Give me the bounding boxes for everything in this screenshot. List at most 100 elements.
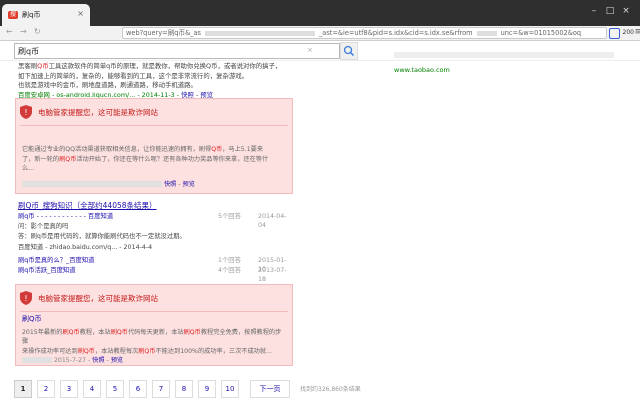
zhidao-blurred-title[interactable]: - - - - - - - - - - - - xyxy=(37,213,86,220)
search-query-text: 刷q币 xyxy=(18,47,40,56)
page-8[interactable]: 8 xyxy=(175,380,193,398)
zhidao-tag[interactable]: 百度知道 xyxy=(88,213,113,220)
fraud-warning-box-1: ! 电脑管家提醒您，这可能是欺诈网站 它能通过专业的QQ活动渠道获取相关信息，让… xyxy=(15,98,293,194)
snapshot-link[interactable]: 快照 xyxy=(164,181,176,188)
clear-search-icon[interactable]: × xyxy=(307,46,313,54)
page-4[interactable]: 4 xyxy=(83,380,101,398)
next-page-button[interactable]: 下一页 xyxy=(250,380,290,398)
warning-highlight: 刷Q币 xyxy=(62,328,80,336)
svg-text:!: ! xyxy=(24,294,27,303)
browser-tab[interactable]: 搜 刷q币 × xyxy=(2,4,90,26)
warning-highlight: 刷Q币 xyxy=(77,347,95,355)
back-icon[interactable]: ← xyxy=(6,27,13,36)
zhidao-source: 百度知道 - zhidao.baidu.com/q... - 2014-4-4 xyxy=(18,244,153,251)
result-highlight: Q币 xyxy=(37,62,49,70)
warning-text: 来操作成功率可达到 xyxy=(22,347,78,355)
warning-highlight: 刷Q币 xyxy=(110,328,128,336)
warning-text: ，本站教程每次 xyxy=(94,347,139,355)
warning-title: 电脑管家提醒您，这可能是欺诈网站 xyxy=(38,108,158,117)
close-window-button[interactable]: × xyxy=(620,6,632,16)
blurred-url xyxy=(22,357,52,363)
warning-text: 2015年最新的 xyxy=(22,328,63,336)
search-divider xyxy=(0,60,640,61)
page-7[interactable]: 7 xyxy=(152,380,170,398)
search-result-1: 黑客刷Q币工具这款软件的简单q币的原理，就是教你，帮助你兑换Q币，或者说对你的搞… xyxy=(18,62,296,100)
url-blurred xyxy=(204,30,315,36)
browser-tab-bar: 搜 刷q币 × – □ × xyxy=(0,0,640,26)
warning-content: 它能通过专业的QQ活动渠道获取相关信息，让你能迅速的拥有，刷得Q币，马上5.1要… xyxy=(22,145,284,189)
search-input[interactable]: 刷q币 × xyxy=(14,43,340,59)
warning-highlight: 刷Q币 xyxy=(138,347,156,355)
url-part-3: unc=&w=01015002&oq xyxy=(500,29,582,37)
result-title-link[interactable]: 刷Q币 xyxy=(22,315,42,323)
page-9[interactable]: 9 xyxy=(198,380,216,398)
result-date: 2015-7-27 - xyxy=(53,357,91,364)
nav-bar: ← → ↻ xyxy=(0,26,92,41)
tab-close-icon[interactable]: × xyxy=(77,9,84,18)
warning-highlight: 刷Q币 xyxy=(183,328,201,336)
url-part-2: _ast=&ie=utf8&pid=s.idx&cid=s.idx.se&rfr… xyxy=(318,29,473,37)
warning-text: 教程，本站 xyxy=(79,328,111,336)
zhidao-row-2: 刷q币是真的么？_百度知道 1个回答 2015-01-10 xyxy=(18,256,294,273)
zhidao-question-link[interactable]: 刷q币是真的么？ xyxy=(18,257,66,264)
result-text: 也就是游戏中的金币，刷地盘道路，刷通道路，移动手机道路。 xyxy=(18,81,197,89)
menu-icon[interactable]: ≡ xyxy=(634,27,640,37)
page-2[interactable]: 2 xyxy=(37,380,55,398)
zhidao-tag[interactable]: _百度知道 xyxy=(47,267,75,274)
address-bar[interactable]: web?query=刷q币&_as _ast=&ie=utf8&pid=s.idx… xyxy=(122,27,607,39)
omnibox-bar: web?query=刷q币&_as _ast=&ie=utf8&pid=s.idx… xyxy=(92,26,640,41)
warning-text: 了，新一轮的 xyxy=(22,155,60,163)
url-blurred-2 xyxy=(476,30,497,36)
extension-badge: 200 xyxy=(622,29,634,36)
maximize-button[interactable]: □ xyxy=(604,6,616,16)
tab-title: 刷q币 xyxy=(22,11,41,19)
result-text: 黑客刷 xyxy=(18,62,38,70)
answer-count: 5个回答 xyxy=(218,213,241,220)
warning-highlight: Q币 xyxy=(211,146,223,153)
search-button[interactable] xyxy=(340,42,358,60)
minimize-button[interactable]: – xyxy=(588,6,600,16)
page-1[interactable]: 1 xyxy=(14,380,32,398)
result-text: 如下加速上的简单的，复杂的，能够看到的工具，这个是非常流行的，复杂游戏。 xyxy=(18,71,249,80)
answer-count: 1个回答 xyxy=(218,257,241,264)
zhidao-result-title[interactable]: 刷Q币_搜狗知识（全部约44058条结果） xyxy=(18,200,157,211)
result-text: 工具这款软件的简单q币的原理，就是教你，帮助你兑换Q币，或者说对你的搞子， xyxy=(48,62,282,70)
sogou-favicon-icon: 搜 xyxy=(8,11,18,19)
zhidao-answer: 答：刷q币是用代码的，就算你能刷代码也不一定就没过期。 xyxy=(18,233,186,240)
result-count: 找到约326,860条结果 xyxy=(300,386,361,393)
shield-warning-icon: ! xyxy=(20,291,32,305)
zhidao-tag[interactable]: _百度知道 xyxy=(66,257,94,264)
warning-text: 活动开始了，你还在等什么呢？还有各种功力奖品等你来拿，还在等什 xyxy=(76,155,269,163)
svg-text:!: ! xyxy=(24,108,27,117)
page-3[interactable]: 3 xyxy=(60,380,78,398)
shield-warning-icon: ! xyxy=(20,105,32,119)
forward-icon[interactable]: → xyxy=(20,27,27,36)
preview-link[interactable]: 预览 xyxy=(183,181,195,188)
extension-shield-icon[interactable] xyxy=(609,28,620,39)
warning-text: 么... xyxy=(22,165,35,172)
blurred-url xyxy=(22,180,162,187)
warning-content: 刷Q币 2015年最新的刷Q币教程，本站刷Q币代码每天更新，本站刷Q币教程完全免… xyxy=(22,315,282,364)
url-part-1: web?query=刷q币&_as xyxy=(126,29,201,37)
warning-text: 它能通过专业的QQ活动渠道获取相关信息，让你能迅速的拥有，刷得 xyxy=(22,146,212,153)
zhidao-row-3: 刷q币活跃_百度知道 4个回答 2013-07-18 xyxy=(18,266,294,283)
search-icon xyxy=(343,45,355,57)
warning-divider xyxy=(20,311,288,312)
warning-text: 不能达到100%的成功率，三次不成功就... xyxy=(155,347,272,355)
warning-text: 代码每天更新，本站 xyxy=(127,328,184,336)
zhidao-row-1: 刷q币 - - - - - - - - - - - - 百度知道 5个回答 20… xyxy=(18,212,294,229)
fraud-warning-box-2: ! 电脑管家提醒您，这可能是欺诈网站 刷Q币 2015年最新的刷Q币教程，本站刷… xyxy=(15,284,293,366)
warning-title: 电脑管家提醒您，这可能是欺诈网站 xyxy=(38,294,158,303)
ad-url[interactable]: www.taobao.com xyxy=(394,66,450,74)
snapshot-link[interactable]: 快照 xyxy=(92,357,104,364)
zhidao-question-link[interactable]: 刷q币 xyxy=(18,213,35,220)
answer-date: 2013-07-18 xyxy=(258,267,287,283)
warning-text: ，马上5.1要来 xyxy=(222,146,264,153)
ad-blurred-text xyxy=(394,52,614,58)
page-5[interactable]: 5 xyxy=(106,380,124,398)
page-6[interactable]: 6 xyxy=(129,380,147,398)
page-10[interactable]: 10 xyxy=(221,380,239,398)
preview-link[interactable]: 预览 xyxy=(111,357,123,364)
reload-icon[interactable]: ↻ xyxy=(34,27,41,36)
zhidao-question-link[interactable]: 刷q币活跃 xyxy=(18,267,47,274)
